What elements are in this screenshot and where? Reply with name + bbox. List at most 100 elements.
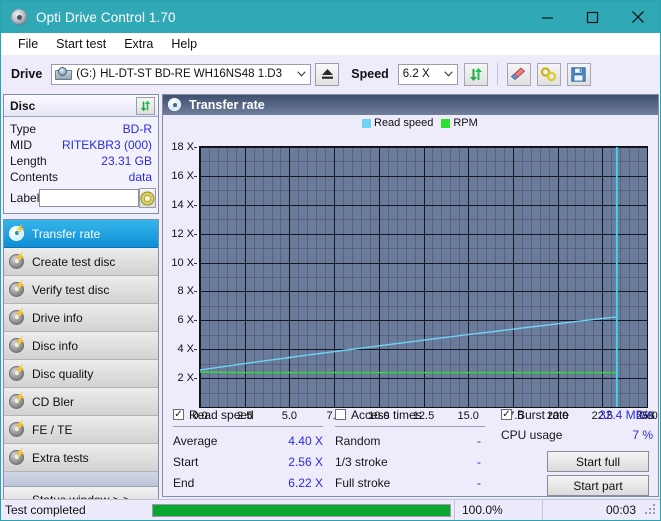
legend-item-rpm: RPM	[441, 117, 477, 129]
row-start: Start 2.56 X	[173, 451, 323, 472]
panel-title: Transfer rate	[182, 98, 265, 112]
sidebar-item-create-test-disc[interactable]: ⚡ Create test disc	[4, 248, 158, 276]
connector-button[interactable]	[537, 63, 561, 86]
drive-value: HL-DT-ST BD-RE WH16NS48 1.D3	[96, 68, 293, 80]
disc-key-type: Type	[10, 122, 36, 136]
y-axis-tick-mark	[194, 176, 197, 177]
drive-icon	[55, 67, 72, 82]
y-axis-tick-mark	[194, 147, 197, 148]
disc-key-contents: Contents	[10, 170, 58, 184]
minimize-button[interactable]	[525, 1, 570, 33]
disc-label-input[interactable]	[39, 189, 139, 207]
sidebar-item-label: CD Bler	[25, 395, 74, 409]
disc-icon: ⚡	[9, 254, 25, 270]
save-button[interactable]	[567, 63, 591, 86]
y-axis-tick-label: 10 X	[171, 257, 194, 269]
burst-rate-checkbox[interactable]: ✓	[501, 409, 512, 420]
drive-letter: (G:)	[74, 68, 96, 80]
disc-icon: ⚡	[9, 450, 25, 466]
disc-value-length: 23.31 GB	[101, 154, 152, 168]
burst-rate-row: ✓ Burst rate 32.4 MB/s	[501, 406, 653, 423]
title-bar: Opti Drive Control 1.70	[1, 1, 660, 33]
read-speed-checkbox-row[interactable]: ✓ Read speed	[173, 406, 323, 423]
start-full-button[interactable]: Start full	[547, 451, 649, 472]
value-third-stroke: -	[477, 455, 485, 469]
sidebar-item-label: Disc quality	[25, 367, 93, 381]
disc-panel-title: Disc	[10, 99, 35, 113]
value-cpu-usage: 7 %	[632, 428, 653, 442]
window-controls	[525, 1, 660, 33]
menu-file[interactable]: File	[9, 35, 47, 53]
cd-disc-button[interactable]	[139, 188, 156, 208]
disc-label-row: Label	[10, 188, 152, 208]
divider	[173, 426, 323, 427]
y-axis-tick-label: 18 X	[171, 141, 194, 153]
start-part-button[interactable]: Start part	[547, 475, 649, 496]
value-start: 2.56 X	[288, 455, 323, 469]
access-times-checkbox-row[interactable]: Access times	[335, 406, 485, 423]
drive-select[interactable]: (G:) HL-DT-ST BD-RE WH16NS48 1.D3	[51, 64, 311, 85]
transfer-rate-panel: Transfer rate Read speed RPM 2 X4 X6 X8 …	[162, 94, 659, 497]
menu-help[interactable]: Help	[162, 35, 206, 53]
maximize-button[interactable]	[570, 1, 615, 33]
key-cpu-usage: CPU usage	[501, 428, 562, 442]
start-full-label: Start full	[576, 455, 620, 469]
y-axis-tick-mark	[194, 320, 197, 321]
menu-extra[interactable]: Extra	[115, 35, 162, 53]
value-full-stroke: -	[477, 476, 485, 490]
speed-label: Speed	[351, 67, 389, 81]
disc-value-type: BD-R	[123, 122, 152, 136]
sidebar-item-extra-tests[interactable]: ⚡ Extra tests	[4, 444, 158, 472]
y-axis-tick-label: 16 X	[171, 170, 194, 182]
disc-key-length: Length	[10, 154, 47, 168]
key-average: Average	[173, 434, 217, 448]
y-axis-tick-mark	[194, 349, 197, 350]
y-axis-tick-mark	[194, 291, 197, 292]
menu-start-test[interactable]: Start test	[47, 35, 115, 53]
key-full-stroke: Full stroke	[335, 476, 390, 490]
close-button[interactable]	[615, 1, 660, 33]
key-random: Random	[335, 434, 380, 448]
disc-icon: ⚡	[9, 226, 25, 242]
resize-grip[interactable]	[644, 503, 658, 517]
erase-disc-button[interactable]	[507, 63, 531, 86]
sidebar-item-label: Create test disc	[25, 255, 115, 269]
y-axis-tick-mark	[194, 205, 197, 206]
sidebar-item-label: Drive info	[25, 311, 83, 325]
burst-rate-results: ✓ Burst rate 32.4 MB/s CPU usage 7 % Sta…	[501, 406, 653, 447]
disc-panel-header: Disc	[4, 95, 158, 117]
panel-header: Transfer rate	[163, 95, 658, 115]
access-times-results: Access times Random - 1/3 stroke - Full …	[335, 406, 485, 493]
sidebar-item-verify-test-disc[interactable]: ⚡ Verify test disc	[4, 276, 158, 304]
disc-refresh-button[interactable]	[136, 97, 155, 115]
sidebar-item-drive-info[interactable]: ⚡ Drive info	[4, 304, 158, 332]
eject-button[interactable]	[315, 63, 339, 86]
refresh-drive-button[interactable]	[464, 63, 488, 86]
sidebar-item-cd-bler[interactable]: ⚡ CD Bler	[4, 388, 158, 416]
start-part-label: Start part	[573, 479, 622, 493]
speed-select[interactable]: 6.2 X	[398, 64, 458, 85]
disc-icon: ⚡	[9, 366, 25, 382]
row-average: Average 4.40 X	[173, 430, 323, 451]
disc-icon: ⚡	[9, 422, 25, 438]
disc-row-contents: Contents data	[10, 169, 152, 185]
legend-label: Read speed	[374, 117, 433, 129]
toolbar: Drive (G:) HL-DT-ST BD-RE WH16NS48 1.D3 …	[1, 55, 660, 93]
sidebar-item-fe-te[interactable]: ⚡ FE / TE	[4, 416, 158, 444]
row-full-stroke: Full stroke -	[335, 472, 485, 493]
sidebar-item-disc-info[interactable]: ⚡ Disc info	[4, 332, 158, 360]
navigation-list: ⚡ Transfer rate ⚡ Create test disc ⚡ Ver…	[3, 219, 159, 512]
value-end: 6.22 X	[288, 476, 323, 490]
transfer-rate-chart: Read speed RPM 2 X4 X6 X8 X10 X12 X14 X1…	[163, 115, 658, 405]
chart-y-axis: 2 X4 X6 X8 X10 X12 X14 X16 X18 X	[163, 115, 197, 416]
toolbar-separator	[497, 63, 498, 85]
sidebar-item-disc-quality[interactable]: ⚡ Disc quality	[4, 360, 158, 388]
access-times-checkbox[interactable]	[335, 409, 346, 420]
optical-disc-icon	[10, 8, 28, 26]
read-speed-checkbox[interactable]: ✓	[173, 409, 184, 420]
chart-plot-area	[199, 146, 648, 408]
legend-swatch	[441, 119, 450, 128]
sidebar-item-transfer-rate[interactable]: ⚡ Transfer rate	[4, 220, 158, 248]
row-end: End 6.22 X	[173, 472, 323, 493]
disc-properties: Type BD-R MID RITEKBR3 (000) Length 23.3…	[4, 117, 158, 213]
